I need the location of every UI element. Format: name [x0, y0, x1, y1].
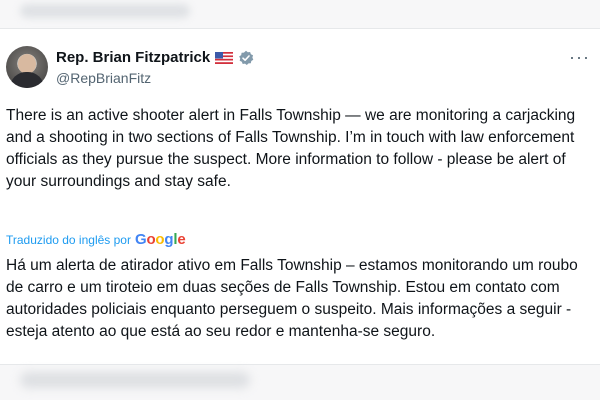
author-row: Rep. Brian Fitzpatrick [56, 49, 254, 66]
translated-by-link[interactable]: Traduzido do inglês por Google [6, 231, 186, 248]
verified-badge-icon [239, 50, 254, 65]
google-letter-6: e [177, 231, 186, 248]
blurred-header [20, 4, 190, 18]
avatar-suit [10, 72, 44, 88]
screenshot: Rep. Brian Fitzpatrick @RepBrianFitz ···… [0, 0, 600, 400]
avatar[interactable] [6, 46, 48, 88]
more-dots-icon[interactable]: ··· [569, 47, 590, 68]
google-letter-4: g [164, 231, 174, 248]
google-letter-1: G [134, 231, 147, 248]
google-logo: Google [135, 231, 186, 248]
blurred-footer [20, 372, 250, 388]
translated-text: Há um alerta de atirador ativo em Falls … [6, 257, 578, 340]
tweet-card[interactable]: Rep. Brian Fitzpatrick @RepBrianFitz ···… [0, 28, 600, 365]
author-handle[interactable]: @RepBrianFitz [56, 70, 151, 86]
tweet-text: There is an active shooter alert in Fall… [6, 107, 576, 190]
us-flag-icon [215, 51, 234, 64]
author-name[interactable]: Rep. Brian Fitzpatrick [56, 49, 210, 66]
translated-label: Traduzido do inglês por [6, 232, 131, 247]
avatar-face [18, 54, 36, 74]
